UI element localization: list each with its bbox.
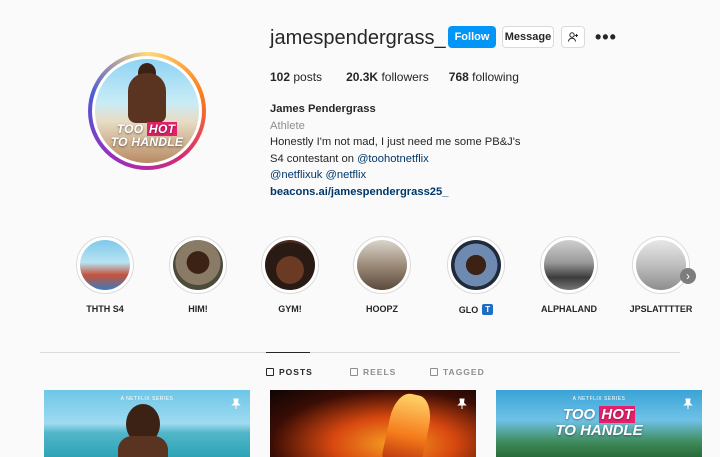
tagged-icon <box>430 368 438 376</box>
highlight-label: HOOPZ <box>365 304 398 314</box>
post-thumbnail-3[interactable]: A NETFLIX SERIES TOO HOT TO HANDLE <box>496 390 702 457</box>
bio-line-3: @netflixuk @netflix <box>270 167 521 184</box>
tab-posts-label: POSTS <box>279 367 313 377</box>
highlight-cover <box>80 240 130 290</box>
highlight-cover <box>265 240 315 290</box>
avatar-logo-line2: TO HANDLE <box>110 135 184 149</box>
profile-stats: 102 posts 20.3K followers 768 following <box>270 70 519 84</box>
posts-stat: 102 posts <box>270 70 322 84</box>
highlight-glo[interactable]: GLO T <box>441 236 511 315</box>
highlight-ring <box>447 236 505 294</box>
post-figure-body <box>118 436 168 457</box>
glo-badge-icon: T <box>482 304 494 315</box>
posts-label: posts <box>293 70 323 84</box>
tab-tagged-label: TAGGED <box>443 367 485 377</box>
highlight-ring <box>632 236 690 294</box>
profile-username: jamespendergrass_ <box>270 27 446 49</box>
highlight-cover <box>357 240 407 290</box>
highlight-ring <box>540 236 598 294</box>
tab-tagged[interactable]: TAGGED <box>430 367 485 377</box>
website-link[interactable]: beacons.ai/jamespendergrass25_ <box>270 184 521 201</box>
highlight-gym[interactable]: GYM! <box>255 236 325 314</box>
post-logo-line1: TOO HOT <box>562 406 636 423</box>
follow-button[interactable]: Follow <box>448 26 496 48</box>
highlight-label: HIM! <box>188 304 208 314</box>
chevron-right-icon[interactable]: › <box>680 268 696 284</box>
followers-stat[interactable]: 20.3K followers <box>346 70 429 84</box>
more-options-icon[interactable]: ••• <box>595 27 617 48</box>
profile-avatar[interactable]: TOO HOT TO HANDLE <box>88 52 206 170</box>
followers-count: 20.3K <box>346 70 379 84</box>
post-logo-line2: TO HANDLE <box>555 422 643 439</box>
post-thumbnail-1[interactable]: A NETFLIX SERIES <box>44 390 250 457</box>
post-logo: TOO HOT TO HANDLE <box>496 406 702 439</box>
highlight-ring <box>353 236 411 294</box>
avatar-border: TOO HOT TO HANDLE <box>92 56 202 166</box>
bio-line-2: S4 contestant on @toohotnetflix <box>270 151 521 168</box>
pin-icon <box>456 398 468 413</box>
highlight-cover <box>451 240 501 290</box>
highlight-ring <box>261 236 319 294</box>
tab-reels-label: REELS <box>363 367 397 377</box>
highlight-cover <box>544 240 594 290</box>
tabs-divider <box>40 352 680 353</box>
full-name: James Pendergrass <box>270 103 376 115</box>
message-button[interactable]: Message <box>502 26 554 48</box>
post-thumbnail-2[interactable] <box>270 390 476 457</box>
netflixuk-link[interactable]: @netflixuk <box>270 169 322 181</box>
highlight-him[interactable]: HIM! <box>163 236 233 314</box>
category-label: Athlete <box>270 119 305 132</box>
netflix-series-tag: A NETFLIX SERIES <box>572 396 626 402</box>
following-label: following <box>472 70 519 84</box>
highlight-hoopz[interactable]: HOOPZ <box>347 236 417 314</box>
add-person-icon <box>568 32 578 42</box>
highlight-ring <box>169 236 227 294</box>
highlight-label: JPSLATTTTER <box>629 304 693 314</box>
following-count: 768 <box>448 70 469 84</box>
bio-line-1: Honestly I'm not mad, I just need me som… <box>270 136 521 148</box>
posts-count: 102 <box>270 70 291 84</box>
profile-bio: James Pendergrass Athlete Honestly I'm n… <box>270 101 521 200</box>
avatar-image: TOO HOT TO HANDLE <box>95 59 199 163</box>
followers-label: followers <box>381 70 429 84</box>
highlight-alphaland[interactable]: ALPHALAND <box>534 236 604 314</box>
highlight-label: GYM! <box>278 304 302 314</box>
toohotnetflix-link[interactable]: @toohotnetflix <box>357 153 429 165</box>
suggested-accounts-button[interactable] <box>561 26 585 48</box>
highlight-label: THTH S4 <box>86 304 124 314</box>
reels-icon <box>350 368 358 376</box>
tab-posts[interactable]: POSTS <box>266 367 313 377</box>
following-stat[interactable]: 768 following <box>449 70 519 84</box>
netflix-link[interactable]: @netflix <box>326 169 367 181</box>
pin-icon <box>682 398 694 413</box>
highlight-thth-s4[interactable]: THTH S4 <box>70 236 140 314</box>
highlight-ring <box>76 236 134 294</box>
tab-reels[interactable]: REELS <box>350 367 396 377</box>
highlight-label: ALPHALAND <box>541 304 597 314</box>
highlight-label: GLO T <box>441 304 511 315</box>
post-fire-shape <box>381 390 435 457</box>
highlight-cover <box>636 240 686 290</box>
avatar-logo-line1: TOO HOT <box>116 122 178 136</box>
active-tab-indicator <box>266 352 310 353</box>
avatar-figure-body <box>128 73 166 123</box>
highlight-cover <box>173 240 223 290</box>
pin-icon <box>230 398 242 413</box>
grid-icon <box>266 368 274 376</box>
netflix-series-tag: A NETFLIX SERIES <box>120 396 174 402</box>
bio-line-2-text: S4 contestant on <box>270 152 358 165</box>
